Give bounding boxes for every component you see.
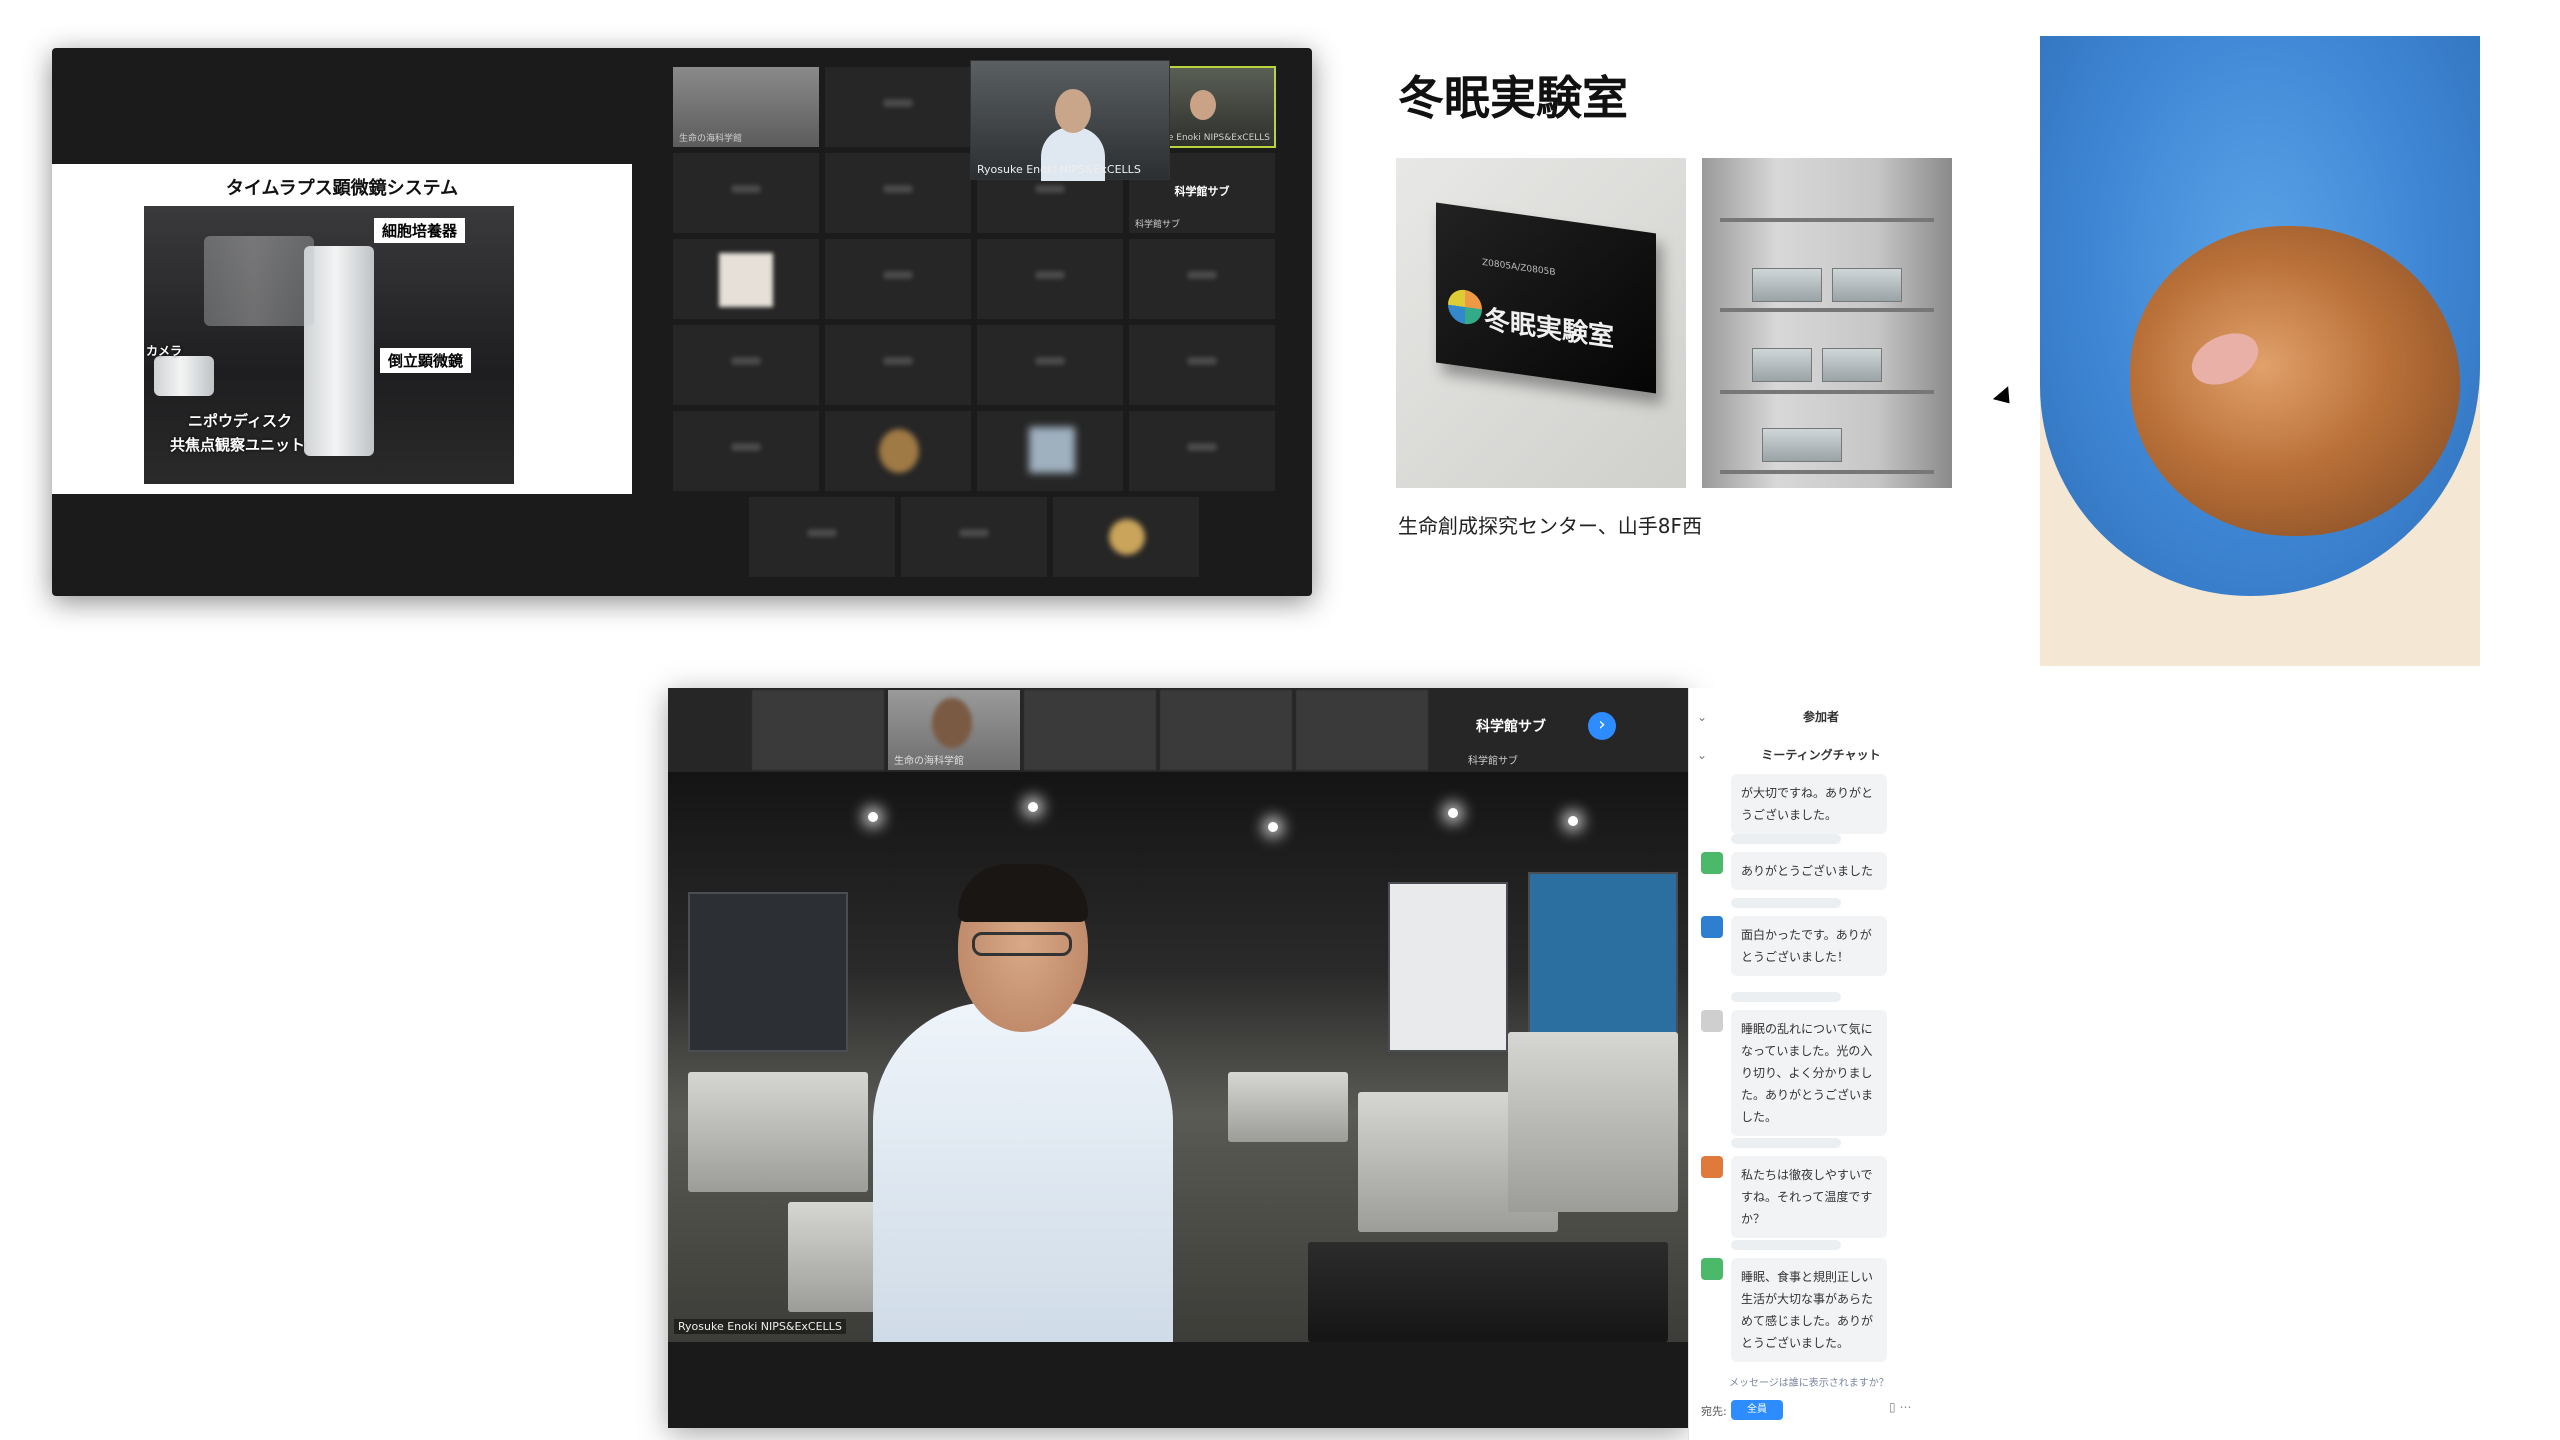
participant-tile[interactable] xyxy=(672,410,820,492)
chat-sender xyxy=(1731,1240,1841,1250)
pip-person-head xyxy=(1055,89,1091,133)
participant-tile[interactable] xyxy=(1128,410,1276,492)
microscope-body xyxy=(304,246,374,456)
strip-tile[interactable] xyxy=(1160,690,1292,770)
chat-sender xyxy=(1731,898,1841,908)
chat-visibility-notice[interactable]: メッセージは誰に表示されますか？ xyxy=(1729,1374,1889,1389)
chat-sender xyxy=(1731,1138,1841,1148)
avatar xyxy=(1701,916,1723,938)
hamster-photo xyxy=(2040,36,2480,666)
participant-tile[interactable] xyxy=(1128,238,1276,320)
slide-title: タイムラプス顕微鏡システム xyxy=(225,178,459,199)
participant-tile[interactable] xyxy=(976,324,1124,406)
chevron-right-icon[interactable]: › xyxy=(1588,712,1616,740)
file-icon[interactable]: ▯ xyxy=(1889,1400,1896,1414)
microscope-photo: 細胞培養器 カメラ 倒立顕微鏡 ニポウディスク 共焦点観察ユニット xyxy=(144,206,514,484)
avatar xyxy=(1701,1156,1723,1178)
participants-section-header[interactable]: ⌄ 参加者 xyxy=(1689,702,1953,732)
speaker-glasses xyxy=(972,932,1072,956)
participant-name: 科学館サブ xyxy=(1135,220,1181,230)
participant-tile[interactable] xyxy=(824,152,972,234)
label-microscope: 倒立顕微鏡 xyxy=(380,348,472,373)
chat-message: 面白かったです。ありがとうございました！ xyxy=(1701,898,1937,986)
participant-name: 生命の海科学館 xyxy=(679,134,743,144)
speaker-body xyxy=(873,1002,1173,1342)
chat-bubble: 睡眠、食事と規則正しい生活が大切な事があらためて感じました。ありがとうございまし… xyxy=(1731,1258,1887,1362)
avatar xyxy=(1701,1258,1723,1280)
speaker-hair xyxy=(958,864,1088,922)
hibernation-lab-slide: 冬眠実験室 Z0805A/Z0805B 冬眠実験室 生命創成探究センター、山手8… xyxy=(1380,36,2520,666)
chat-bubble: 面白かったです。ありがとうございました！ xyxy=(1731,916,1887,976)
strip-tile[interactable] xyxy=(1024,690,1156,770)
chat-bubble: 私たちは徹夜しやすいですね。それって温度ですか？ xyxy=(1731,1156,1887,1238)
cage-rack-photo xyxy=(1702,158,1952,488)
meeting-control-bar xyxy=(668,1342,1688,1428)
chat-bubble: 睡眠の乱れについて気になっていました。光の入り切り、よく分かりました。ありがとう… xyxy=(1731,1010,1887,1136)
chevron-down-icon: ⌄ xyxy=(1697,710,1708,724)
self-view-thumbnail[interactable]: Ryosuke Enoki NIPS&ExCELLS xyxy=(970,60,1170,181)
participant-tile[interactable] xyxy=(824,324,972,406)
chat-panel: ⌄ 参加者 ⌄ ミーティングチャット が大切ですね。ありがとうございました。 あ… xyxy=(1688,688,1952,1440)
participant-label: 科学館サブ xyxy=(1174,185,1230,198)
label-confocal: 共焦点観察ユニット xyxy=(170,436,306,454)
chat-header-label: ミーティングチャット xyxy=(1761,748,1881,762)
more-icon[interactable]: ⋯ xyxy=(1899,1400,1911,1414)
main-speaker-video: Ryosuke Enoki NIPS&ExCELLS xyxy=(668,772,1688,1342)
participant-strip: 生命の海科学館 科学館サブ 科学館サブ › xyxy=(668,688,1688,772)
avatar xyxy=(1701,1010,1723,1032)
participant-tile[interactable] xyxy=(976,238,1124,320)
participant-tile[interactable] xyxy=(1052,496,1200,578)
slide-title: 冬眠実験室 xyxy=(1398,71,1628,125)
participant-tile[interactable] xyxy=(976,410,1124,492)
chat-message: 私たちは徹夜しやすいですね。それって温度ですか？ xyxy=(1701,1138,1937,1238)
speaker-face xyxy=(1190,90,1216,120)
lab-sign-photo: Z0805A/Z0805B 冬眠実験室 xyxy=(1396,158,1686,488)
speaker-name: Ryosuke Enoki NIPS&ExCELLS xyxy=(674,1319,846,1334)
slide-caption: 生命創成探究センター、山手8F西 xyxy=(1398,514,1703,538)
participant-tile[interactable] xyxy=(748,496,896,578)
label-nipkow: ニポウディスク xyxy=(188,412,292,430)
participant-tile[interactable] xyxy=(900,496,1048,578)
chat-bubble: ありがとうございました xyxy=(1731,852,1887,890)
participant-tile[interactable] xyxy=(672,152,820,234)
avatar xyxy=(1701,852,1723,874)
chat-recipient-select[interactable]: 全員 xyxy=(1731,1400,1783,1420)
speaker-view-window: 生命の海科学館 科学館サブ 科学館サブ › Ryosuke Enoki NIPS… xyxy=(668,688,1688,1428)
chat-tools: ▯ ⋯ xyxy=(1889,1400,1911,1414)
participant-tile[interactable] xyxy=(1128,324,1276,406)
strip-tile[interactable] xyxy=(1296,690,1428,770)
chat-message: 睡眠、食事と規則正しい生活が大切な事があらためて感じました。ありがとうございまし… xyxy=(1701,1240,1937,1368)
chat-message: 睡眠の乱れについて気になっていました。光の入り切り、よく分かりました。ありがとう… xyxy=(1701,992,1937,1140)
incubator-box xyxy=(204,236,314,326)
participant-name: 生命の海科学館 xyxy=(894,756,964,767)
chat-message: ありがとうございました xyxy=(1701,834,1937,892)
hibernating-hamster xyxy=(2130,226,2460,536)
chat-message-input[interactable] xyxy=(1701,1426,1941,1440)
label-incubator: 細胞培養器 xyxy=(374,218,466,243)
label-camera: カメラ xyxy=(146,344,183,358)
pip-name: Ryosuke Enoki NIPS&ExCELLS xyxy=(977,163,1141,176)
strip-current-name: 科学館サブ xyxy=(1476,719,1546,735)
chat-sender xyxy=(1731,834,1841,844)
camera-unit xyxy=(154,356,214,396)
participant-tile[interactable] xyxy=(672,324,820,406)
participant-tile[interactable] xyxy=(824,66,972,148)
chat-section-header[interactable]: ⌄ ミーティングチャット xyxy=(1689,740,1953,770)
chat-bubble: が大切ですね。ありがとうございました。 xyxy=(1731,774,1887,834)
chevron-down-icon: ⌄ xyxy=(1697,748,1708,762)
chat-message: が大切ですね。ありがとうございました。 xyxy=(1701,774,1937,834)
strip-tile[interactable]: 生命の海科学館 xyxy=(888,690,1020,770)
strip-tile[interactable] xyxy=(752,690,884,770)
strip-current-sub: 科学館サブ xyxy=(1468,756,1518,767)
participant-tile[interactable] xyxy=(672,238,820,320)
participant-tile[interactable] xyxy=(824,410,972,492)
participant-tile[interactable] xyxy=(824,238,972,320)
chat-sender xyxy=(1731,992,1841,1002)
participants-header-label: 参加者 xyxy=(1802,710,1839,724)
shared-slide: タイムラプス顕微鏡システム 細胞培養器 カメラ 倒立顕微鏡 ニポウディスク 共焦… xyxy=(52,164,632,494)
participant-tile[interactable]: 生命の海科学館 xyxy=(672,66,820,148)
chat-recipient-label: 宛先: xyxy=(1701,1405,1727,1418)
